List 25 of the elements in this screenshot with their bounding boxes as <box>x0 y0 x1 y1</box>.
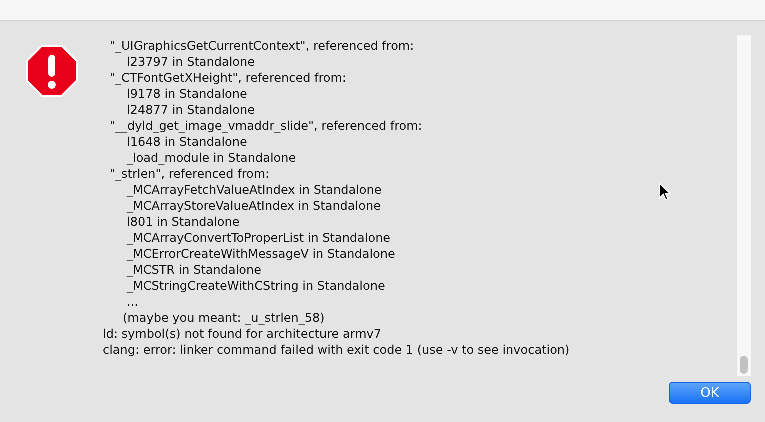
message-line: _MCSTR in Standalone <box>127 262 262 278</box>
message-line: _MCArrayStoreValueAtIndex in Standalone <box>127 198 381 214</box>
message-line: l9178 in Standalone <box>127 86 248 102</box>
message-line: _MCArrayFetchValueAtIndex in Standalone <box>127 182 382 198</box>
message-line: _MCStringCreateWithCString in Standalone <box>127 278 386 294</box>
message-line: _MCErrorCreateWithMessageV in Standalone <box>127 246 396 262</box>
message-line: l801 in Standalone <box>127 214 240 230</box>
message-line: "_UIGraphicsGetCurrentContext", referenced from: <box>110 38 414 54</box>
warning-icon <box>26 45 78 97</box>
message-line: ... <box>127 294 138 310</box>
message-line: (maybe you meant: _u_strlen_58) <box>123 310 325 326</box>
message-line: l1648 in Standalone <box>127 134 248 150</box>
message-line: "_strlen", referenced from: <box>110 166 270 182</box>
message-line: _MCArrayConvertToProperList in Standalone <box>127 230 391 246</box>
message-line: l24877 in Standalone <box>127 102 255 118</box>
message-line: clang: error: linker command failed with exit code 1 (use -v to see invocation) <box>103 342 570 358</box>
message-line: "__dyld_get_image_vmaddr_slide", referenced from: <box>110 118 422 134</box>
message-line: _load_module in Standalone <box>127 150 296 166</box>
scrollbar-thumb[interactable] <box>740 356 748 374</box>
mouse-pointer-icon <box>659 183 671 201</box>
message-line: ld: symbol(s) not found for architecture armv7 <box>103 326 382 342</box>
ok-button[interactable]: OK <box>669 382 751 404</box>
message-line: l23797 in Standalone <box>127 54 255 70</box>
scrollbar[interactable] <box>737 35 751 376</box>
message-line: "_CTFontGetXHeight", referenced from: <box>110 70 346 86</box>
